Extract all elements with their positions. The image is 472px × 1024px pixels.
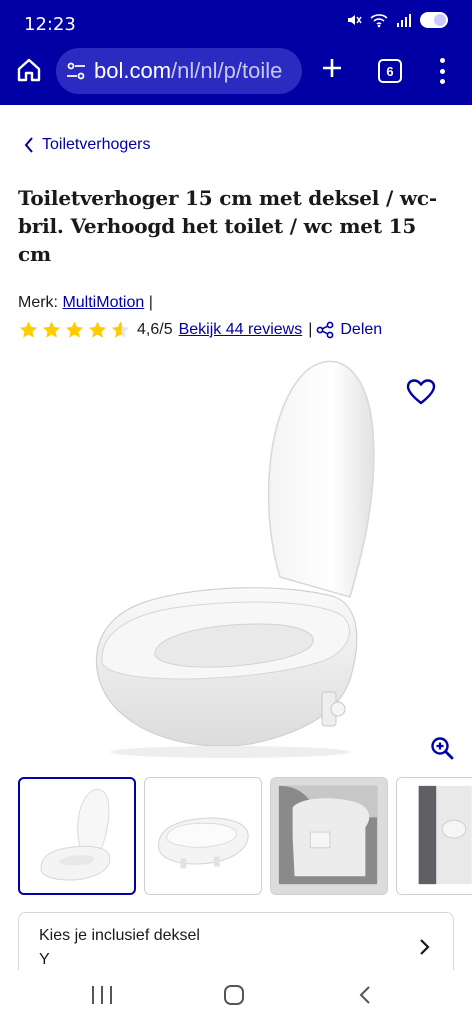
zoom-in-icon[interactable] (430, 736, 454, 760)
thumbnail-1[interactable] (18, 777, 136, 895)
chevron-left-icon (24, 137, 33, 153)
chevron-right-icon (420, 939, 430, 955)
url-path: /nl/nl/p/toile (171, 58, 283, 83)
option-label: Kies je inclusief deksel (39, 927, 200, 944)
tune-icon[interactable] (66, 62, 86, 80)
system-nav-bar (0, 970, 472, 1024)
reviews-link[interactable]: Bekijk 44 reviews (179, 321, 303, 339)
thumbnail-image (397, 778, 472, 894)
status-time: 12:23 (24, 14, 76, 35)
product-image[interactable] (60, 352, 400, 762)
share-button[interactable]: Delen (316, 321, 382, 339)
option-value: Y (39, 951, 50, 968)
home-icon[interactable] (14, 55, 44, 85)
thumbnail-image (158, 817, 249, 869)
wifi-icon (370, 14, 388, 28)
browser-top-bar: 12:23 bol.com/nl/nl/p/toile 6 (0, 0, 472, 105)
star-icon (42, 321, 61, 338)
mute-icon (348, 15, 362, 25)
thumbnail-image (40, 789, 111, 881)
thumbnail-2[interactable] (144, 777, 262, 895)
brand-link[interactable]: MultiMotion (62, 294, 144, 311)
star-icon (65, 321, 84, 338)
brand-separator: | (148, 294, 153, 311)
brand-line: Merk: MultiMotion | (18, 294, 153, 312)
heart-icon[interactable] (406, 378, 436, 406)
battery-icon (420, 12, 448, 28)
brand-prefix: Merk: (18, 294, 58, 311)
product-title: Toiletverhoger 15 cm met deksel / wc-bri… (18, 186, 437, 266)
tabs-icon[interactable]: 6 (378, 59, 402, 83)
thumbnail-strip (18, 777, 472, 895)
thumbnail-image (271, 778, 387, 894)
address-bar[interactable]: bol.com/nl/nl/p/toile (56, 48, 302, 94)
share-label: Delen (340, 321, 383, 338)
tab-count: 6 (386, 63, 394, 79)
rating-value: 4,6/5 (137, 321, 173, 338)
breadcrumb[interactable]: Toiletverhogers (24, 136, 151, 154)
more-vert-icon[interactable] (438, 58, 446, 84)
star-rating (18, 320, 131, 340)
signal-icon (397, 14, 411, 27)
action-separator: | (308, 321, 313, 338)
url-host: bol.com (94, 58, 172, 83)
back-icon[interactable] (358, 985, 372, 1005)
home-nav-icon[interactable] (224, 985, 244, 1005)
star-icon (88, 321, 107, 338)
rating-line: 4,6/5 Bekijk 44 reviews | Delen (18, 320, 382, 340)
plus-icon (323, 59, 341, 77)
new-tab-button[interactable] (318, 56, 346, 86)
half-star-icon (111, 321, 130, 338)
share-icon (316, 321, 334, 339)
thumbnail-4[interactable] (396, 777, 472, 895)
status-icons (346, 12, 448, 28)
thumbnail-3[interactable] (270, 777, 388, 895)
recent-apps-icon[interactable] (92, 986, 112, 1004)
star-icon (19, 321, 38, 338)
breadcrumb-label: Toiletverhogers (42, 136, 151, 153)
